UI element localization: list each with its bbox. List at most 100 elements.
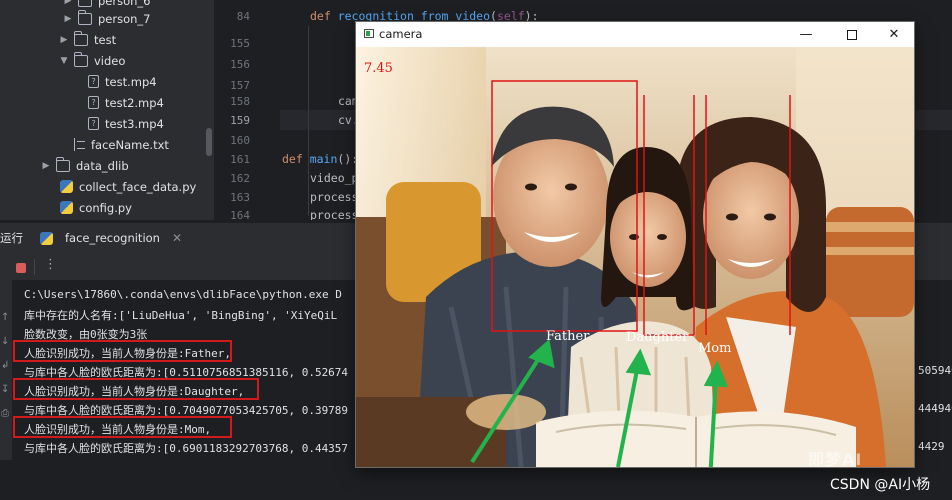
console-line: C:\Users\17860\.conda\envs\dlibFace\pyth… (24, 288, 342, 301)
unknown-file-icon: ? (88, 75, 99, 88)
indent-guide (308, 26, 309, 216)
video-frame-image (356, 47, 914, 467)
maximize-button[interactable] (830, 22, 874, 47)
more-options-icon[interactable]: ⋮ (44, 257, 57, 272)
tree-item-collect-face-data[interactable]: collect_face_data.py (56, 176, 196, 197)
camera-app-icon (364, 29, 374, 38)
chevron-right-icon[interactable]: ▶ (40, 161, 52, 171)
tree-item-config-py[interactable]: config.py (56, 197, 132, 218)
maximize-icon (847, 29, 857, 40)
python-file-icon (60, 180, 73, 193)
tree-item-data-dlib[interactable]: ▶ data_dlib (40, 155, 129, 176)
watermark-logo: 即梦AI (808, 450, 863, 467)
tree-item-facename-txt[interactable]: faceName.txt (70, 134, 169, 155)
console-line: 与库中各人脸的欧氏距离为:[0.6901183292703768, 0.4435… (24, 442, 349, 455)
close-button[interactable]: ✕ (872, 22, 914, 47)
unknown-file-icon: ? (88, 96, 99, 109)
tree-item-label: test2.mp4 (105, 95, 164, 110)
function-name: recognition_from_video (337, 9, 491, 23)
keyword: def (310, 9, 338, 23)
tree-item-test3-mp4[interactable]: ? test3.mp4 (84, 113, 164, 134)
folder-icon (74, 30, 88, 46)
code-line-161: def main(): (282, 152, 358, 166)
run-tab-label: face_recognition (65, 231, 160, 245)
line-number: 162 (230, 172, 250, 185)
line-number: 161 (230, 153, 250, 166)
tree-item-label: faceName.txt (91, 137, 169, 152)
soft-wrap-icon[interactable]: ↲ (1, 360, 9, 371)
tree-item-video[interactable]: ▼ video (58, 50, 125, 71)
tree-item-label: test (94, 32, 117, 47)
chevron-right-icon[interactable]: ▶ (62, 14, 74, 24)
console-line-overflow: 4429 (918, 440, 945, 453)
line-number: 157 (230, 79, 250, 92)
csdn-watermark: CSDN @AI小杨 (830, 477, 931, 493)
folder-icon (78, 9, 92, 25)
toolbar-divider (34, 259, 35, 275)
highlight-box-daughter (13, 378, 259, 400)
highlight-box-mom (13, 416, 232, 438)
chevron-right-icon[interactable]: ▶ (62, 0, 74, 6)
chevron-down-icon[interactable]: ▼ (58, 56, 70, 66)
tree-item-label: collect_face_data.py (79, 179, 197, 194)
line-number: 160 (230, 134, 250, 147)
line-number-current: 159 (230, 114, 250, 127)
line-number: 158 (230, 95, 250, 108)
line-number: 156 (230, 58, 250, 71)
code-line-163: process (310, 190, 359, 204)
tree-item-label: test3.mp4 (105, 116, 164, 131)
code-punct: ): (524, 9, 539, 23)
folder-icon (78, 0, 92, 7)
code-line-84: def recognition_from_video(self): (310, 9, 539, 23)
line-number: 163 (230, 191, 250, 204)
minimize-button[interactable]: — (784, 22, 828, 47)
tree-item-test2-mp4[interactable]: ? test2.mp4 (84, 92, 164, 113)
tree-item-test-mp4[interactable]: ? test.mp4 (84, 71, 157, 92)
scroll-end-icon[interactable]: ↧ (1, 384, 9, 395)
tree-scrollbar[interactable] (206, 128, 212, 156)
code-punct: ( (490, 9, 497, 23)
tree-item-label: video (94, 53, 126, 68)
stop-button[interactable] (16, 263, 26, 273)
project-tree: ▶ person_6 ▶ person_7 ▶ test ▼ video ? t… (0, 0, 214, 220)
line-number: 155 (230, 37, 250, 50)
face-label-mom: Mom (698, 341, 732, 356)
face-label-father: Father (546, 329, 590, 344)
camera-window[interactable]: camera — ✕ 7.45 Father Daughter Mom 即梦AI (356, 22, 914, 467)
tree-item-label: config.py (79, 200, 132, 215)
down-arrow-icon[interactable]: ↓ (1, 336, 9, 347)
close-tab-icon[interactable]: ✕ (172, 231, 182, 245)
chevron-right-icon[interactable]: ▶ (58, 35, 70, 45)
folder-icon (74, 51, 88, 67)
console-line-overflow: 4449406 (918, 402, 952, 415)
tree-item-label: person_7 (98, 11, 151, 26)
tree-item-person-7[interactable]: ▶ person_7 (62, 8, 151, 29)
tree-item-test[interactable]: ▶ test (58, 29, 116, 50)
highlight-box-father (13, 340, 232, 362)
folder-icon (56, 156, 70, 172)
keyword: def (282, 152, 310, 166)
python-file-icon (40, 231, 53, 245)
face-label-daughter: Daughter (626, 330, 689, 345)
self-param: self (496, 9, 525, 23)
code-line-162: video_p (310, 171, 359, 185)
print-icon[interactable]: ⎙ (1, 408, 9, 419)
tree-item-label: person_6 (98, 0, 151, 8)
camera-video-frame: 7.45 Father Daughter Mom 即梦AI (356, 47, 914, 467)
code-line-164: process (310, 208, 359, 220)
line-number: 84 (236, 10, 250, 23)
run-tab-face-recognition[interactable]: face_recognition ✕ (36, 227, 182, 249)
camera-window-title: camera (379, 27, 423, 41)
camera-titlebar[interactable]: camera — ✕ (356, 22, 914, 47)
run-panel-title: 运行 (0, 231, 23, 245)
text-file-icon (74, 138, 85, 151)
up-arrow-icon[interactable]: ↑ (1, 312, 9, 323)
console-line: 库中存在的人名有:['LiuDeHua', 'BingBing', 'XiYeQ… (24, 309, 338, 322)
function-name: main (309, 152, 338, 166)
fps-counter: 7.45 (364, 61, 393, 76)
python-file-icon (60, 201, 73, 214)
line-number: 164 (230, 209, 250, 220)
tree-item-label: test.mp4 (105, 74, 157, 89)
run-side-toolbar: ↑ ↓ ↲ ↧ ⎙ (0, 280, 12, 460)
line-number-gutter: 84 155 156 157 158 159 160 161 162 163 1… (214, 0, 280, 220)
